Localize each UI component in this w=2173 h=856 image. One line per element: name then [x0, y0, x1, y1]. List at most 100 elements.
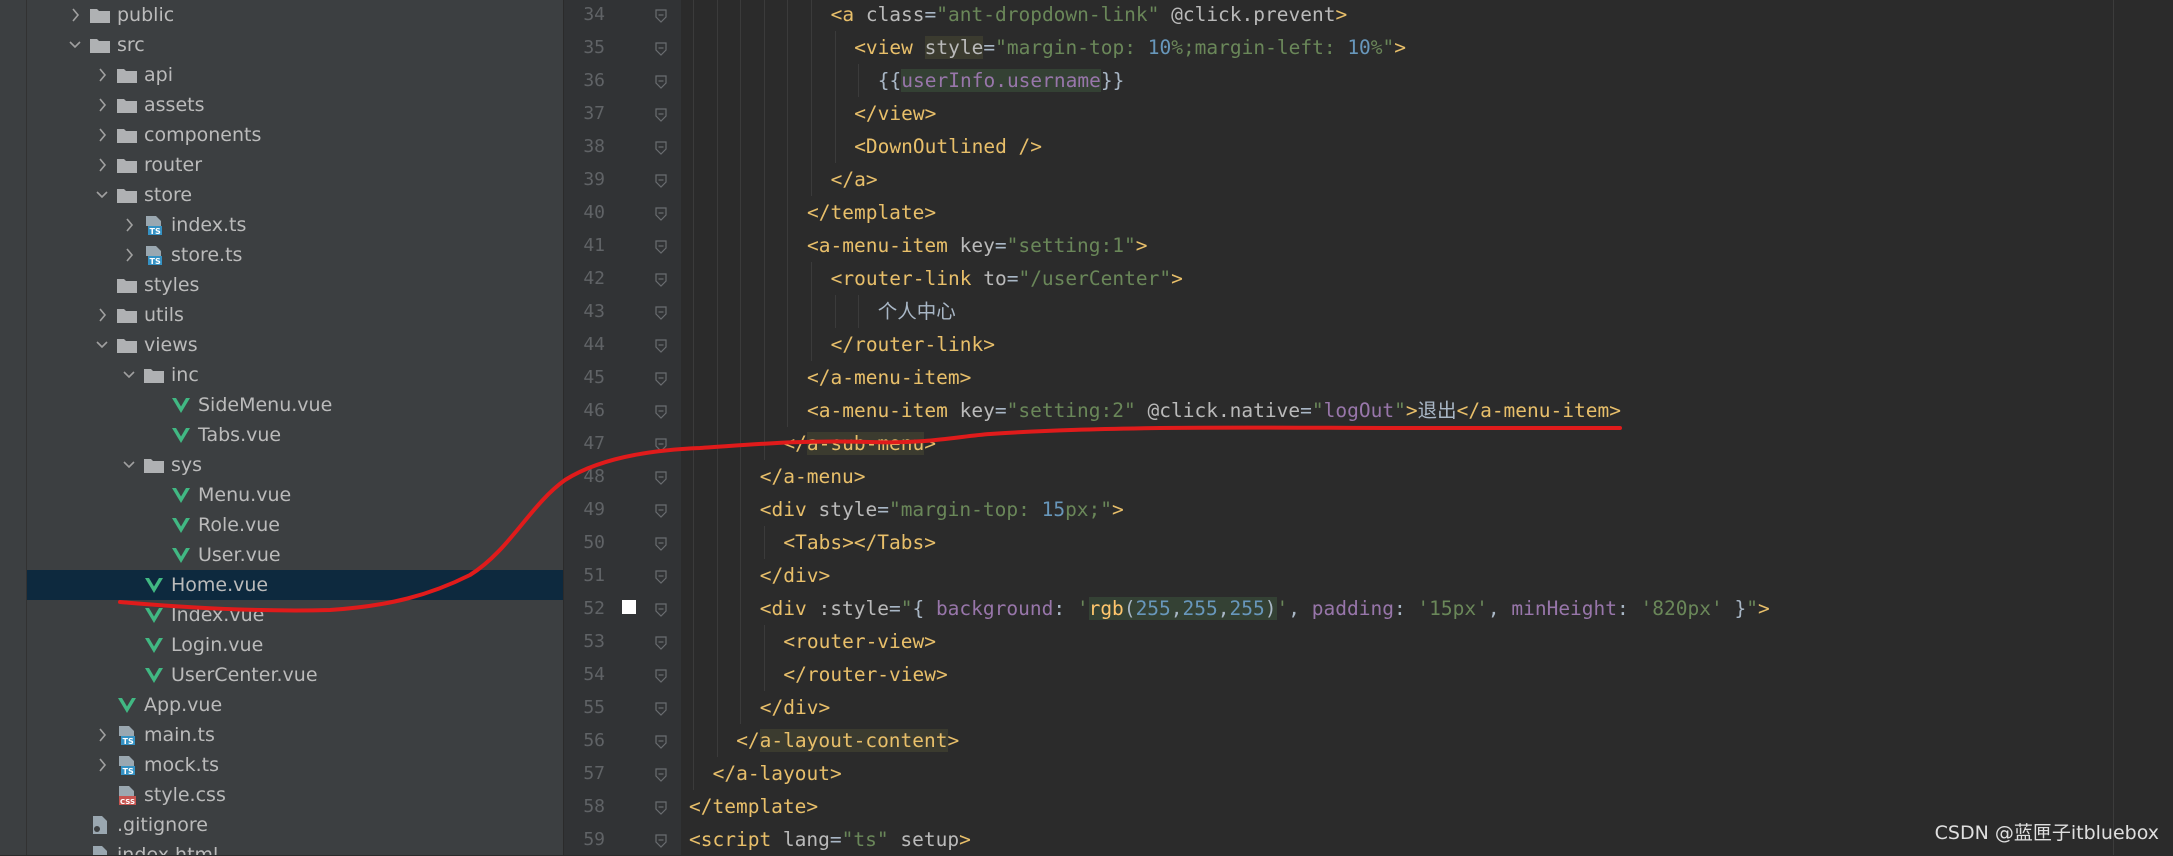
- indent-guide: [787, 0, 789, 31]
- chevron-right-icon[interactable]: [94, 725, 110, 745]
- chevron-down-icon[interactable]: [121, 365, 137, 385]
- fold-marker-icon[interactable]: [655, 338, 667, 353]
- code-token: 退出: [1417, 399, 1457, 422]
- fold-marker-icon[interactable]: [655, 206, 667, 221]
- indent-guide: [716, 361, 718, 394]
- fold-marker-icon[interactable]: [655, 239, 667, 254]
- fold-marker-icon[interactable]: [655, 767, 667, 782]
- chevron-right-icon[interactable]: [94, 65, 110, 85]
- tree-item[interactable]: utils: [27, 300, 563, 330]
- fold-marker-icon[interactable]: [655, 437, 667, 452]
- tree-item[interactable]: sys: [27, 450, 563, 480]
- chevron-down-icon[interactable]: [94, 185, 110, 205]
- fold-marker-icon[interactable]: [655, 74, 667, 89]
- fold-marker-icon[interactable]: [655, 404, 667, 419]
- chevron-down-icon[interactable]: [94, 335, 110, 355]
- indent-guide: [693, 196, 694, 229]
- tree-item[interactable]: User.vue: [27, 540, 563, 570]
- tree-item[interactable]: App.vue: [27, 690, 563, 720]
- tree-item[interactable]: TS index.ts: [27, 210, 563, 240]
- tree-item[interactable]: views: [27, 330, 563, 360]
- tree-item[interactable]: public: [27, 0, 563, 30]
- tree-item-label: App.vue: [144, 694, 223, 716]
- code-token: <a: [830, 3, 866, 26]
- fold-marker-icon[interactable]: [655, 8, 667, 23]
- vue-file-icon: [143, 575, 165, 595]
- fold-marker-icon[interactable]: [655, 833, 667, 848]
- code-token: %": [1370, 36, 1395, 59]
- code-token: :: [1393, 597, 1418, 620]
- line-number: 47: [583, 433, 605, 454]
- chevron-down-icon[interactable]: [121, 455, 137, 475]
- tree-item-label: SideMenu.vue: [198, 394, 333, 416]
- fold-marker-icon[interactable]: [655, 800, 667, 815]
- fold-marker-icon[interactable]: [655, 41, 667, 56]
- fold-marker-icon[interactable]: [655, 371, 667, 386]
- tree-item[interactable]: Home.vue: [27, 570, 563, 600]
- fold-marker-icon[interactable]: [655, 668, 667, 683]
- fold-marker-icon[interactable]: [655, 173, 667, 188]
- bookmark-marker-icon[interactable]: [622, 600, 636, 614]
- chevron-right-icon[interactable]: [94, 305, 110, 325]
- editor-gutter: 34 35 36 37 38 39 40 41 42 43 44 45 46 47 48 49 50 51 52 53…: [571, 0, 681, 855]
- tree-item[interactable]: .gitignore: [27, 810, 563, 840]
- tree-item[interactable]: Role.vue: [27, 510, 563, 540]
- chevron-right-icon[interactable]: [94, 155, 110, 175]
- code-line: </a-sub-menu>: [783, 427, 936, 460]
- fold-marker-icon[interactable]: [655, 140, 667, 155]
- indent-guide: [716, 262, 718, 295]
- chevron-right-icon[interactable]: [121, 245, 137, 265]
- tree-item[interactable]: store: [27, 180, 563, 210]
- indent-guide: [693, 460, 694, 493]
- chevron-down-icon[interactable]: [67, 35, 83, 55]
- tree-item[interactable]: assets: [27, 90, 563, 120]
- fold-marker-icon[interactable]: [655, 470, 667, 485]
- fold-marker-icon[interactable]: [655, 734, 667, 749]
- fold-marker-icon[interactable]: [655, 305, 667, 320]
- tree-item[interactable]: components: [27, 120, 563, 150]
- fold-marker-icon[interactable]: [655, 272, 667, 287]
- chevron-right-icon[interactable]: [94, 95, 110, 115]
- fold-marker-icon[interactable]: [655, 107, 667, 122]
- tree-item[interactable]: index.html: [27, 840, 563, 855]
- tree-item[interactable]: styles: [27, 270, 563, 300]
- indent-guide: [787, 295, 789, 328]
- tree-item[interactable]: Index.vue: [27, 600, 563, 630]
- code-editor[interactable]: <a class="ant-dropdown-link" @click.prev…: [681, 0, 2173, 855]
- code-token: >: [1112, 498, 1124, 521]
- tree-item[interactable]: TS main.ts: [27, 720, 563, 750]
- indent-guide: [693, 0, 694, 31]
- tree-item[interactable]: inc: [27, 360, 563, 390]
- chevron-right-icon[interactable]: [94, 755, 110, 775]
- fold-marker-icon[interactable]: [655, 536, 667, 551]
- code-line: </template>: [689, 790, 818, 823]
- chevron-right-icon[interactable]: [121, 215, 137, 235]
- fold-marker-icon[interactable]: [655, 602, 667, 617]
- tree-item[interactable]: TS store.ts: [27, 240, 563, 270]
- code-token: </a>: [830, 168, 878, 191]
- code-token: userInfo.username: [901, 69, 1101, 92]
- fold-marker-icon[interactable]: [655, 569, 667, 584]
- line-number: 38: [583, 136, 605, 157]
- fold-marker-icon[interactable]: [655, 635, 667, 650]
- tree-item[interactable]: router: [27, 150, 563, 180]
- fold-marker-icon[interactable]: [655, 503, 667, 518]
- chevron-right-icon[interactable]: [67, 5, 83, 25]
- line-number: 36: [583, 70, 605, 91]
- line-number: 46: [583, 400, 605, 421]
- tree-item[interactable]: Tabs.vue: [27, 420, 563, 450]
- tree-item[interactable]: CSS style.css: [27, 780, 563, 810]
- chevron-right-icon[interactable]: [94, 125, 110, 145]
- indent-guide: [716, 559, 718, 592]
- tree-item[interactable]: SideMenu.vue: [27, 390, 563, 420]
- tree-item[interactable]: api: [27, 60, 563, 90]
- tree-item[interactable]: src: [27, 30, 563, 60]
- code-line: <script lang="ts" setup>: [689, 823, 971, 855]
- tree-item[interactable]: Login.vue: [27, 630, 563, 660]
- fold-marker-icon[interactable]: [655, 701, 667, 716]
- indent-guide: [763, 196, 765, 229]
- vue-file-icon: [143, 605, 165, 625]
- tree-item[interactable]: TS mock.ts: [27, 750, 563, 780]
- tree-item[interactable]: Menu.vue: [27, 480, 563, 510]
- tree-item[interactable]: UserCenter.vue: [27, 660, 563, 690]
